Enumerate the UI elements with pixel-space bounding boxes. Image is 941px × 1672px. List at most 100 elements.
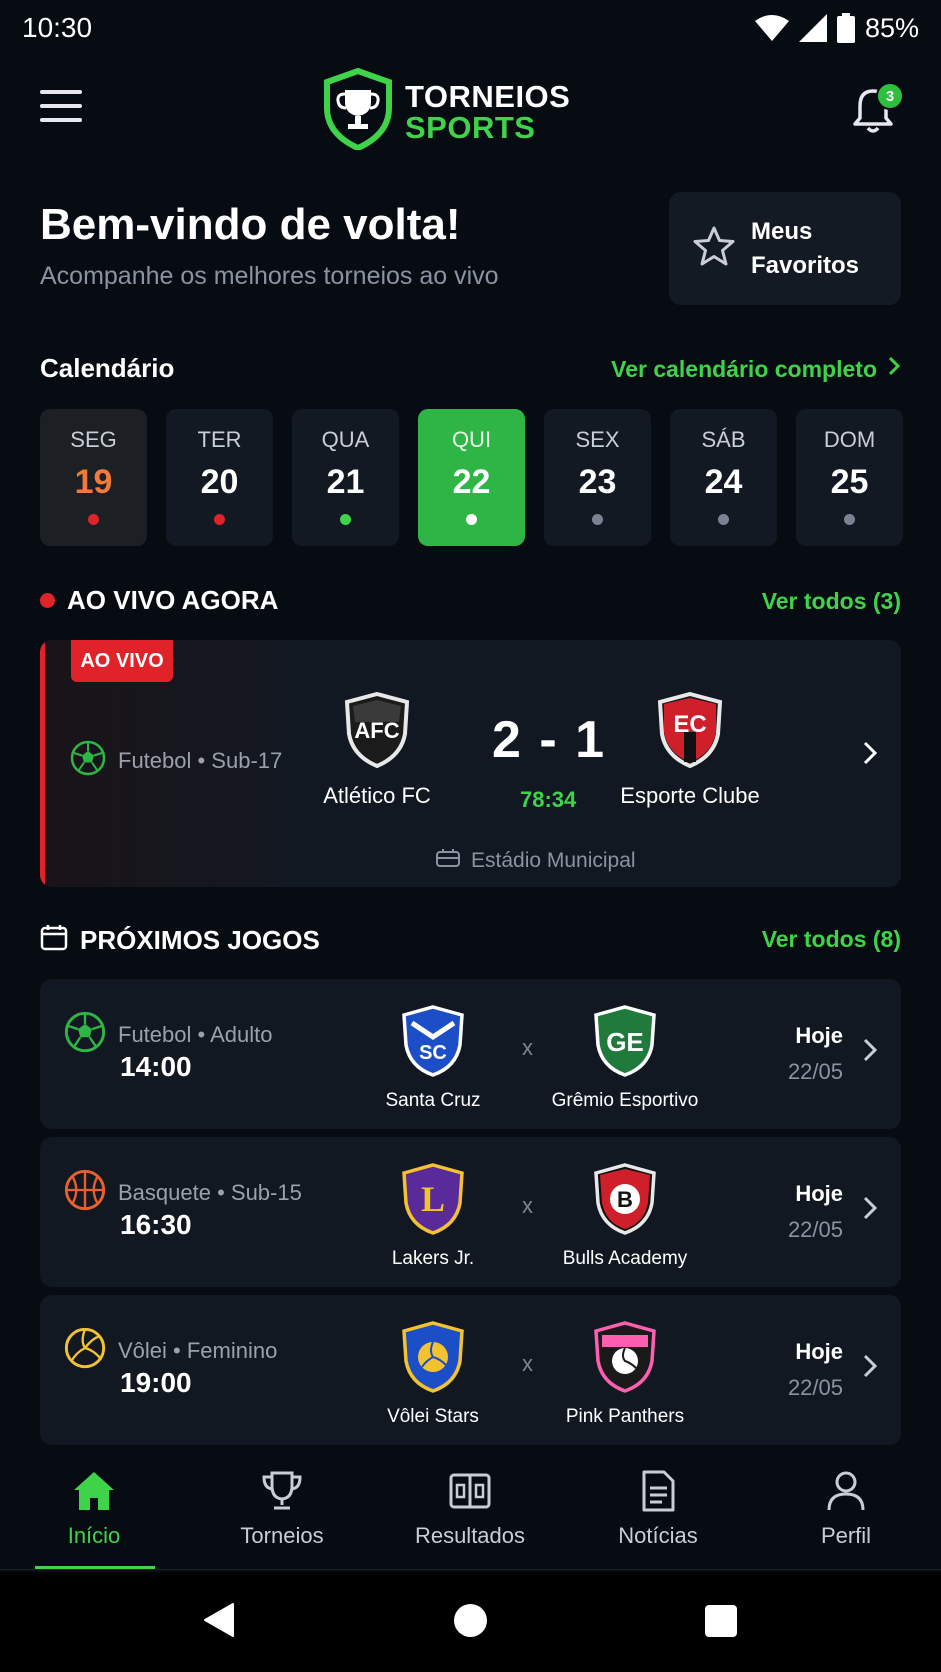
day-event-dot xyxy=(466,514,477,525)
calendar-title-text: Calendário xyxy=(40,353,175,383)
favorites-label: Meus Favoritos xyxy=(751,217,860,279)
match-day: Hoje xyxy=(795,1339,843,1364)
day-event-dot xyxy=(340,514,351,525)
calendar-day-ter[interactable]: TER 20 xyxy=(166,409,273,546)
day-event-dot xyxy=(592,514,603,525)
calendar-title: Calendário xyxy=(40,353,174,384)
away-team-crest xyxy=(594,1321,656,1398)
favorites-button[interactable]: Meus Favoritos xyxy=(669,192,901,305)
nav-results[interactable]: Resultados xyxy=(376,1452,564,1570)
away-team-crest: B xyxy=(594,1163,656,1240)
nav-home[interactable]: Início xyxy=(0,1452,188,1570)
day-event-dot xyxy=(844,514,855,525)
day-name: SÁB xyxy=(701,427,746,452)
match-date: Hoje 22/05 xyxy=(788,1023,843,1085)
day-event-dot xyxy=(214,514,225,525)
match-day: Hoje xyxy=(795,1181,843,1206)
away-team-name: Pink Panthers xyxy=(565,1406,685,1427)
nav-tournaments[interactable]: Torneios xyxy=(188,1452,376,1570)
chevron-right-icon xyxy=(862,740,878,771)
menu-icon-bar xyxy=(40,118,82,122)
battery-percent: 85% xyxy=(864,12,919,43)
day-name: TER xyxy=(197,427,242,452)
calendar-day-qua[interactable]: QUA 21 xyxy=(292,409,399,546)
upcoming-see-all-link[interactable]: Ver todos (8) xyxy=(762,926,901,953)
calendar-day-sab[interactable]: SÁB 24 xyxy=(670,409,777,546)
menu-icon-bar xyxy=(40,90,82,94)
day-name: QUI xyxy=(451,427,492,452)
chevron-right-icon xyxy=(862,1037,878,1068)
notifications-button[interactable]: 3 xyxy=(852,82,904,138)
app-header: TORNEIOS SPORTS 3 xyxy=(0,62,941,162)
nav-profile[interactable]: Perfil xyxy=(752,1452,940,1570)
battery-icon xyxy=(836,13,855,43)
status-time: 10:30 xyxy=(22,12,93,43)
live-minute: 78:34 xyxy=(520,787,577,812)
away-team-crest: EC xyxy=(656,691,724,773)
back-icon[interactable] xyxy=(203,1602,235,1643)
full-calendar-link-text: Ver calendário completo xyxy=(611,355,877,382)
chevron-right-icon xyxy=(862,1353,878,1384)
home-team-crest: SC xyxy=(402,1005,464,1082)
bottom-navigation: Início Torneios Resultados Notícias Perf… xyxy=(0,1452,941,1570)
calendar-day-seg[interactable]: SEG 19 xyxy=(40,409,147,546)
calendar-icon xyxy=(40,923,68,958)
home-circle-icon[interactable] xyxy=(454,1604,487,1637)
stadium-icon xyxy=(435,847,461,875)
live-badge: AO VIVO xyxy=(71,640,173,682)
menu-icon-bar xyxy=(40,104,82,108)
nav-profile-label: Perfil xyxy=(820,1523,872,1548)
home-team-name: Santa Cruz xyxy=(385,1090,481,1111)
match-date-value: 22/05 xyxy=(787,1059,843,1084)
away-team-name: Esporte Clube xyxy=(620,783,760,808)
svg-text:AFC: AFC xyxy=(354,718,399,743)
full-calendar-link[interactable]: Ver calendário completo xyxy=(611,355,901,383)
signal-icon xyxy=(798,14,827,42)
profile-icon xyxy=(824,1470,868,1517)
live-see-all-text: Ver todos (3) xyxy=(761,588,901,614)
page-title: Bem-vindo de volta! xyxy=(40,200,461,249)
news-icon xyxy=(636,1470,680,1517)
match-time: 19:00 xyxy=(120,1367,192,1398)
day-name: SEG xyxy=(70,427,117,452)
day-number: 19 xyxy=(74,463,113,501)
live-section-title-text: AO VIVO AGORA xyxy=(67,585,279,615)
scoreboard-icon xyxy=(448,1470,492,1517)
calendar-day-dom[interactable]: DOM 25 xyxy=(796,409,903,546)
match-date: Hoje 22/05 xyxy=(788,1339,843,1401)
match-card[interactable]: Vôlei • Feminino 19:00 Vôlei Stars x Pin… xyxy=(40,1295,901,1445)
status-bar: 10:30 85% xyxy=(0,0,941,56)
live-section-title: AO VIVO AGORA xyxy=(40,585,278,616)
match-sport-label: Basquete • Sub-15 xyxy=(118,1180,302,1205)
calendar-day-sex[interactable]: SEX 23 xyxy=(544,409,651,546)
away-team: B Bulls Academy xyxy=(540,1163,710,1270)
recent-apps-icon[interactable] xyxy=(705,1605,737,1637)
match-card[interactable]: Futebol • Adulto 14:00 SC Santa Cruz x G… xyxy=(40,979,901,1129)
day-number: 24 xyxy=(704,463,743,501)
menu-button[interactable] xyxy=(40,90,84,130)
calendar-day-qui[interactable]: QUI 22 xyxy=(418,409,525,546)
day-name: QUA xyxy=(321,427,370,452)
versus-label: x xyxy=(522,1351,533,1376)
nav-news-label: Notícias xyxy=(618,1523,698,1548)
live-match-card[interactable]: AO VIVO Futebol • Sub-17 AFC Atlético FC… xyxy=(40,640,901,887)
home-icon xyxy=(72,1470,116,1517)
match-date-value: 22/05 xyxy=(787,1217,843,1242)
match-card[interactable]: Basquete • Sub-15 16:30 L Lakers Jr. x B… xyxy=(40,1137,901,1287)
venue-name: Estádio Municipal xyxy=(471,849,636,872)
svg-text:GE: GE xyxy=(606,1027,644,1057)
match-day: Hoje xyxy=(795,1023,843,1048)
day-number: 21 xyxy=(326,463,365,501)
away-team-name: Grêmio Esportivo xyxy=(551,1090,699,1111)
wifi-icon xyxy=(754,15,789,41)
nav-news[interactable]: Notícias xyxy=(564,1452,752,1570)
nav-results-label: Resultados xyxy=(414,1523,526,1548)
notification-badge: 3 xyxy=(876,82,904,110)
away-team: Pink Panthers xyxy=(540,1321,710,1428)
status-icons: 85% xyxy=(754,12,919,44)
svg-text:L: L xyxy=(421,1179,445,1219)
live-see-all-link[interactable]: Ver todos (3) xyxy=(762,588,901,615)
match-date: Hoje 22/05 xyxy=(788,1181,843,1243)
volleyball-icon xyxy=(64,1327,106,1375)
soccer-ball-icon xyxy=(64,1011,106,1059)
